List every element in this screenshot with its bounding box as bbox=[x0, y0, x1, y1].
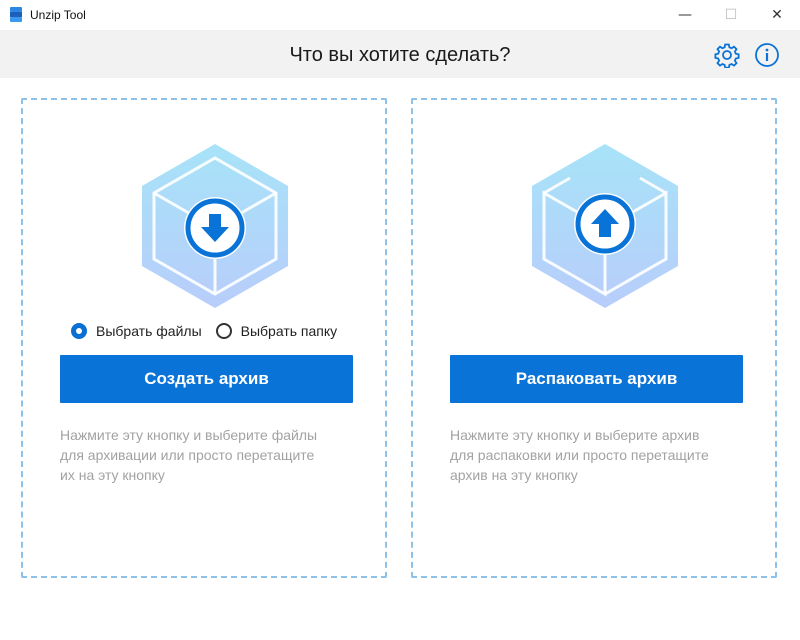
radio-select-folder[interactable]: Выбрать папку bbox=[215, 323, 338, 339]
extract-hint-text: Нажмите эту кнопку и выберите архив для … bbox=[450, 425, 745, 485]
app-icon bbox=[10, 7, 22, 22]
window-title: Unzip Tool bbox=[30, 8, 86, 22]
create-hint-text: Нажмите эту кнопку и выберите файлы для … bbox=[60, 425, 355, 485]
page-title: Что вы хотите сделать? bbox=[289, 44, 511, 66]
info-icon[interactable] bbox=[754, 42, 780, 68]
header-bar: Что вы хотите сделать? bbox=[0, 30, 800, 78]
title-bar: Unzip Tool — ☐ ✕ bbox=[0, 0, 800, 30]
radio-checked-indicator[interactable] bbox=[71, 323, 87, 339]
source-type-radio-group: Выбрать файлы Выбрать папку bbox=[71, 319, 371, 343]
hint-line: для распаковки или просто перетащите bbox=[450, 447, 709, 463]
extract-archive-panel[interactable]: Распаковать архив Нажмите эту кнопку и в… bbox=[411, 98, 777, 578]
hint-line: архив на эту кнопку bbox=[450, 467, 578, 483]
maximize-icon: ☐ bbox=[724, 7, 738, 23]
hint-line: Нажмите эту кнопку и выберите файлы bbox=[60, 427, 318, 443]
close-button[interactable]: ✕ bbox=[754, 0, 800, 30]
close-icon: ✕ bbox=[771, 7, 783, 23]
cube-download-icon bbox=[142, 144, 288, 308]
minimize-button[interactable]: — bbox=[662, 0, 708, 30]
create-archive-panel[interactable]: Выбрать файлы Выбрать папку Создать архи… bbox=[21, 98, 387, 578]
radio-label-files: Выбрать файлы bbox=[96, 323, 202, 339]
maximize-button[interactable]: ☐ bbox=[708, 0, 754, 30]
create-archive-button[interactable]: Создать архив bbox=[60, 355, 353, 403]
radio-unchecked-indicator[interactable] bbox=[215, 323, 232, 339]
extract-archive-button[interactable]: Распаковать архив bbox=[450, 355, 743, 403]
hint-line: их на эту кнопку bbox=[60, 467, 165, 483]
radio-select-files[interactable]: Выбрать файлы bbox=[71, 323, 202, 339]
gear-icon[interactable] bbox=[714, 42, 740, 68]
minimize-icon: — bbox=[678, 7, 692, 23]
radio-label-folder: Выбрать папку bbox=[240, 323, 338, 339]
cube-upload-icon bbox=[532, 144, 678, 308]
hint-line: Нажмите эту кнопку и выберите архив bbox=[450, 427, 700, 443]
hint-line: для архивации или просто перетащите bbox=[60, 447, 315, 463]
